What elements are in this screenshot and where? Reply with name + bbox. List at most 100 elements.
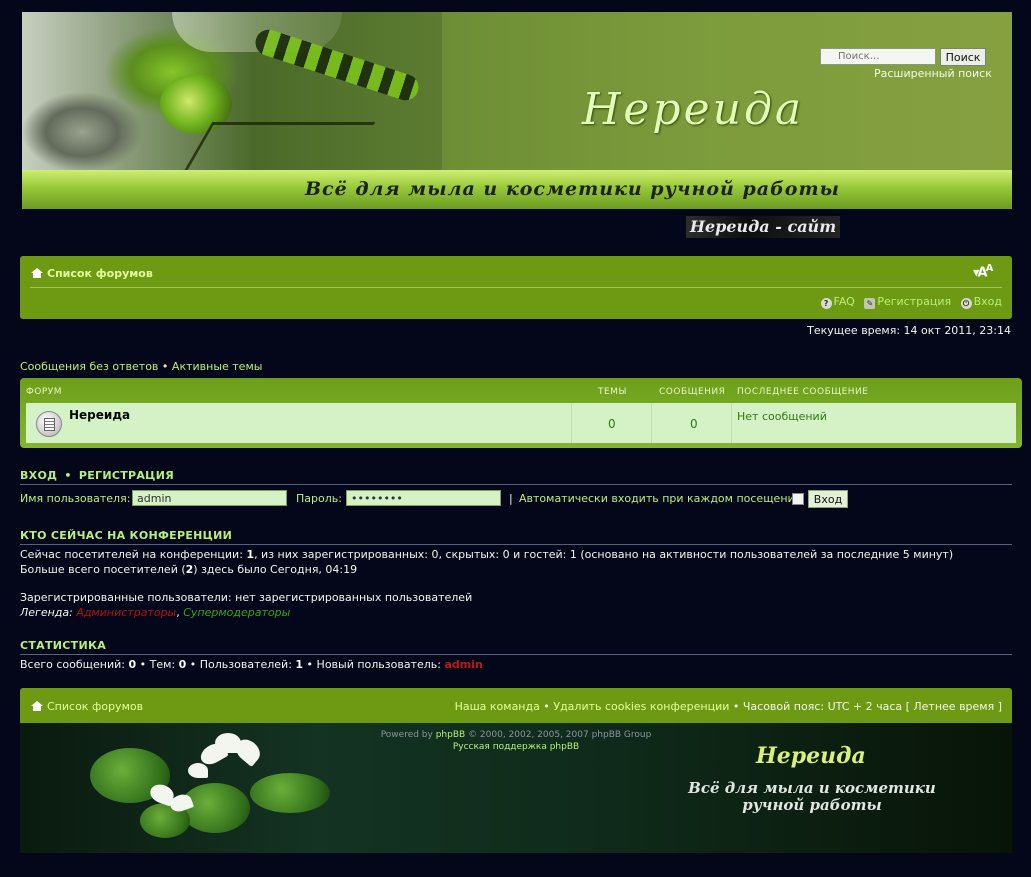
online-total: 1 xyxy=(246,548,255,561)
newest-user-link[interactable]: admin xyxy=(445,658,483,671)
site-slogan: Всё для мыла и косметики ручной работы xyxy=(305,178,840,200)
login-link[interactable]: ⏻ Вход xyxy=(960,295,1002,309)
register-label: Регистрация xyxy=(877,295,952,308)
powered-pre: Powered by xyxy=(380,730,436,740)
max-text-a: Больше всего посетителей ( xyxy=(20,563,186,576)
footer-image: Powered by phpBB © 2000, 2002, 2005, 200… xyxy=(20,723,1012,853)
home-icon xyxy=(31,268,43,278)
active-topics-link[interactable]: Активные темы xyxy=(172,360,263,373)
powered-post: © 2000, 2002, 2005, 2007 phpBB Group xyxy=(465,730,652,740)
legend-comma: , xyxy=(176,606,180,619)
forum-table: ФОРУМ ТЕМЫ СООБЩЕНИЯ ПОСЛЕДНЕЕ СООБЩЕНИЕ… xyxy=(20,378,1022,448)
delete-cookies-link[interactable]: Удалить cookies конференции xyxy=(553,700,729,713)
login-label: Вход xyxy=(973,295,1002,308)
site-logo[interactable]: Нереида xyxy=(582,84,804,135)
statistics-title: СТАТИСТИКА xyxy=(20,639,107,652)
footer-separator: • xyxy=(543,700,550,713)
stats-newest-label: • Новый пользователь: xyxy=(303,658,445,671)
password-label: Пароль: xyxy=(296,492,342,505)
section-divider xyxy=(20,544,1012,545)
forum-read-icon xyxy=(36,411,62,437)
dragonfly-legs xyxy=(181,122,376,175)
register-title-link[interactable]: РЕГИСТРАЦИЯ xyxy=(79,469,174,482)
stats-posts: 0 xyxy=(128,658,137,671)
timezone-text: • Часовой пояс: UTC + 2 часа [ Летнее вр… xyxy=(732,700,1002,713)
header-last-post: ПОСЛЕДНЕЕ СООБЩЕНИЕ xyxy=(737,387,869,397)
nav-forum-index-link[interactable]: Список форумов xyxy=(31,267,153,280)
legend-label: Легенда: xyxy=(20,606,73,619)
team-link[interactable]: Наша команда xyxy=(455,700,540,713)
faq-label: FAQ xyxy=(833,295,855,308)
register-icon: ✎ xyxy=(864,298,876,309)
lotus-flower xyxy=(188,763,208,778)
forum-topics-count: 0 xyxy=(608,417,616,431)
username-field[interactable] xyxy=(132,490,287,506)
lily-pad xyxy=(250,773,330,813)
max-online-line: Больше всего посетителей (2) здесь было … xyxy=(20,563,357,576)
forum-last-post: Нет сообщений xyxy=(737,410,827,423)
who-online-title: КТО СЕЙЧАС НА КОНФЕРЕНЦИИ xyxy=(20,529,233,542)
home-icon xyxy=(31,701,43,711)
current-time: Текущее время: 14 окт 2011, 23:14 xyxy=(807,324,1011,337)
stats-users-label: • Пользователей: xyxy=(186,658,296,671)
statistics-line: Всего сообщений: 0 • Тем: 0 • Пользовате… xyxy=(20,658,483,671)
register-link[interactable]: ✎ Регистрация xyxy=(864,295,952,309)
site-link-button[interactable]: Нереида - сайт xyxy=(686,216,840,238)
login-submit-button[interactable]: Вход xyxy=(808,490,848,508)
table-row[interactable]: Нереида 0 0 Нет сообщений xyxy=(26,403,1016,443)
stats-posts-label: Всего сообщений: xyxy=(20,658,129,671)
faq-icon: ? xyxy=(820,298,832,309)
phpbb-link[interactable]: phpBB xyxy=(436,730,465,740)
faq-link[interactable]: ? FAQ xyxy=(820,295,855,309)
password-field[interactable] xyxy=(346,490,501,506)
legend-mods-link[interactable]: Супермодераторы xyxy=(183,606,290,619)
field-separator: | xyxy=(509,492,513,505)
online-text-b: , из них зарегистрированных: 0, скрытых:… xyxy=(254,548,954,561)
nav-forum-index-label: Список форумов xyxy=(47,267,153,280)
online-count-line: Сейчас посетителей на конференции: 1, из… xyxy=(20,548,953,561)
legend-line: Легенда: Администраторы, Супермодераторы xyxy=(20,606,290,619)
footer-slogan-line1: Всё для мыла и косметики xyxy=(688,779,936,797)
login-title-separator: • xyxy=(64,469,72,482)
column-divider xyxy=(731,403,732,443)
footer-links: Наша команда • Удалить cookies конференц… xyxy=(455,700,1002,713)
stats-users: 1 xyxy=(295,658,304,671)
username-label: Имя пользователя: xyxy=(20,492,131,505)
header-banner: Нереида Всё для мыла и косметики ручной … xyxy=(22,12,1012,209)
section-divider xyxy=(20,654,1012,655)
footer-logo: Нереида xyxy=(756,743,866,769)
column-divider xyxy=(571,403,572,443)
footer-slogan: Всё для мыла и косметики ручной работы xyxy=(682,780,942,814)
quick-links: Сообщения без ответов • Активные темы xyxy=(20,360,262,373)
forum-posts-count: 0 xyxy=(690,417,698,431)
max-text-b: ) здесь было Сегодня, 04:19 xyxy=(193,563,358,576)
search-input[interactable] xyxy=(820,48,936,65)
footer-navbar: Список форумов Наша команда • Удалить co… xyxy=(20,688,1012,723)
search-button[interactable]: Поиск xyxy=(940,48,986,66)
forum-name-link[interactable]: Нереида xyxy=(69,408,130,422)
footer-forum-index-label: Список форумов xyxy=(47,700,144,713)
header-posts: СООБЩЕНИЯ xyxy=(659,387,726,397)
font-size-icon[interactable]: ▾AA xyxy=(973,263,993,280)
header-forum: ФОРУМ xyxy=(26,387,63,397)
registered-users-line: Зарегистрированные пользователи: нет зар… xyxy=(20,591,473,604)
login-form: Имя пользователя: Пароль: | Автоматическ… xyxy=(20,488,1012,510)
footer-forum-index-link[interactable]: Список форумов xyxy=(31,700,143,713)
quick-links-separator: • xyxy=(161,360,169,373)
column-divider xyxy=(651,403,652,443)
header-topics: ТЕМЫ xyxy=(598,387,627,397)
login-icon: ⏻ xyxy=(960,298,972,309)
autologin-checkbox[interactable] xyxy=(792,493,804,505)
russian-support-link[interactable]: Русская поддержка phpBB xyxy=(453,742,579,752)
section-divider xyxy=(20,484,1012,485)
navbar-divider xyxy=(30,287,1002,288)
login-title-link[interactable]: ВХОД xyxy=(20,469,57,482)
autologin-label: Автоматически входить при каждом посещен… xyxy=(519,492,802,505)
legend-admins-link[interactable]: Администраторы xyxy=(76,606,176,619)
advanced-search-link[interactable]: Расширенный поиск xyxy=(874,67,992,80)
stats-topics-label: • Тем: xyxy=(136,658,179,671)
navbar: Список форумов ▾AA ? FAQ ✎ Регистрация ⏻ Вх… xyxy=(20,256,1012,319)
nav-links: ? FAQ ✎ Регистрация ⏻ Вход xyxy=(815,295,1002,309)
online-text-a: Сейчас посетителей на конференции: xyxy=(20,548,247,561)
unanswered-posts-link[interactable]: Сообщения без ответов xyxy=(20,360,158,373)
